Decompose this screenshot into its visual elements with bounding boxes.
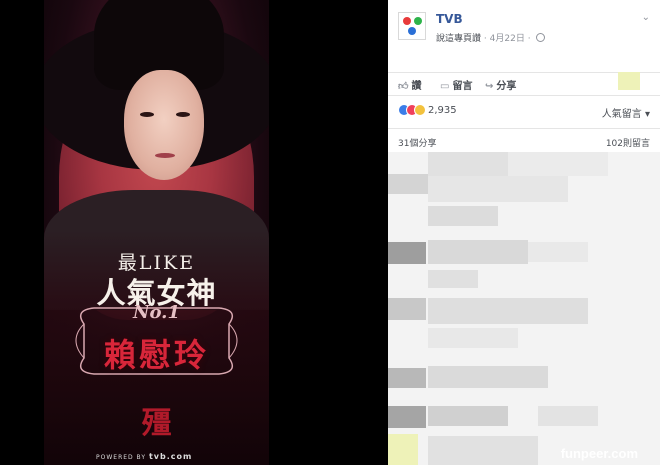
blur-block <box>388 298 426 320</box>
poster-eye <box>140 112 154 117</box>
powered-prefix: POWERED BY <box>96 454 147 461</box>
poster-image[interactable]: 最LIKE 人氣女神 No.1 賴慰玲 殭 POWERED BY tvb.com <box>44 0 269 465</box>
sort-label: 人氣留言 <box>601 109 642 120</box>
post-panel: TVB 說這專頁讚 · 4月22日 · ⌄ 👍︎ 讚 ▭ 留言 ↪ 分享 2,935 … <box>388 0 660 465</box>
reaction-count[interactable]: 2,935 <box>428 105 457 116</box>
poster-face <box>124 70 204 180</box>
poster-eye <box>176 112 190 117</box>
share-thumbnail[interactable] <box>618 72 640 90</box>
divider <box>388 128 660 129</box>
wow-reaction-icon <box>414 104 426 116</box>
thumbs-up-icon: 👍︎ <box>398 81 409 92</box>
blur-block <box>428 436 538 465</box>
poster-lips <box>155 153 175 158</box>
powered-brand: tvb.com <box>148 452 193 461</box>
globe-icon <box>536 33 546 42</box>
blur-block <box>508 152 608 176</box>
blur-block <box>428 206 498 226</box>
blur-block <box>388 174 428 194</box>
blur-block <box>428 298 588 324</box>
post-date[interactable]: 4月22日 <box>490 34 525 44</box>
page-avatar[interactable] <box>398 12 426 40</box>
chevron-down-icon[interactable]: ⌄ <box>642 12 650 23</box>
poster-show-logo: 殭 <box>141 406 172 441</box>
comment-sort-dropdown[interactable]: 人氣留言 ▾ <box>602 105 650 120</box>
share-count[interactable]: 31個分享 <box>398 136 436 149</box>
meta-separator: · <box>483 34 487 44</box>
comment-label: 留言 <box>452 81 473 92</box>
blur-block <box>388 368 426 388</box>
caret-down-icon: ▾ <box>641 109 650 120</box>
blurred-comments <box>388 152 660 465</box>
blur-block <box>388 242 426 264</box>
blur-block <box>428 270 478 288</box>
blur-block <box>388 406 426 428</box>
blur-block <box>538 406 598 426</box>
logo-green-dot <box>414 17 422 25</box>
blur-block <box>428 366 548 388</box>
post-author[interactable]: 說這專頁讚 <box>436 34 481 44</box>
page-name[interactable]: TVB <box>436 12 463 26</box>
meta-separator: · <box>527 34 531 44</box>
blur-block <box>428 406 508 426</box>
blur-block <box>388 434 418 465</box>
logo-red-dot <box>403 17 411 25</box>
share-button[interactable]: ↪ 分享 <box>485 77 516 92</box>
poster-name: 賴慰玲 <box>103 336 209 374</box>
logo-blue-dot <box>408 27 416 35</box>
comment-icon: ▭ <box>440 81 450 92</box>
blur-block <box>428 240 528 264</box>
like-button[interactable]: 👍︎ 讚 <box>398 77 421 92</box>
poster-powered-by: POWERED BY tvb.com <box>96 452 192 461</box>
blur-block <box>428 152 508 176</box>
comment-button[interactable]: ▭ 留言 <box>440 77 472 92</box>
like-label: 讚 <box>411 81 422 92</box>
blur-block <box>428 328 518 348</box>
poster-rank: No.1 <box>133 302 180 323</box>
site-watermark: funpeer.com <box>560 446 638 461</box>
blur-block <box>428 176 568 202</box>
share-icon: ↪ <box>485 81 494 92</box>
blur-block <box>528 242 588 262</box>
post-meta: 說這專頁讚 · 4月22日 · <box>436 31 546 44</box>
comment-count[interactable]: 102則留言 <box>606 136 650 149</box>
share-label: 分享 <box>496 81 517 92</box>
